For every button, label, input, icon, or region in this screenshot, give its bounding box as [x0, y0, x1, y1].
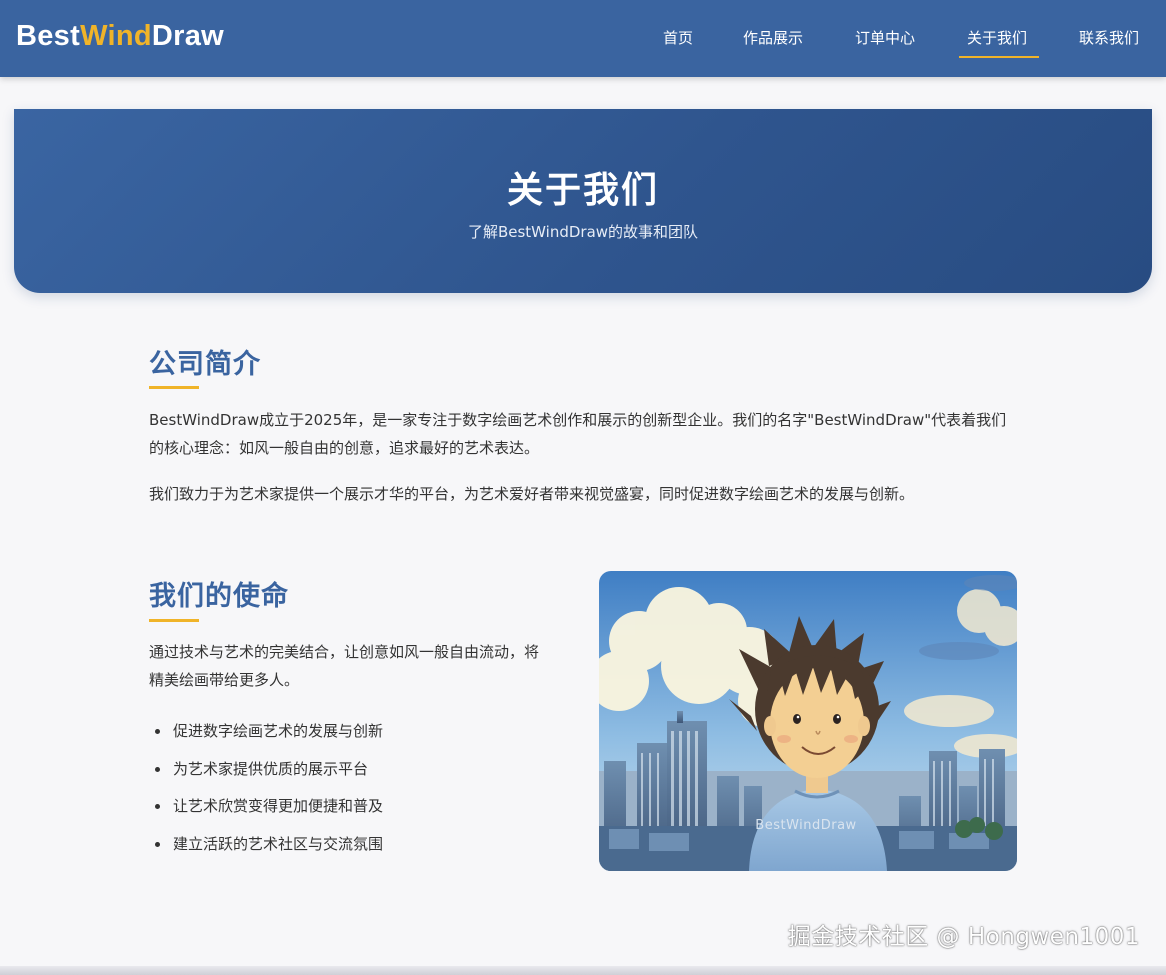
navbar: BestWindDraw 首页 作品展示 订单中心 关于我们 联系我们	[0, 0, 1166, 77]
list-item: 促进数字绘画艺术的发展与创新	[155, 719, 383, 757]
logo-text-draw: Draw	[151, 20, 224, 52]
brand-logo[interactable]: BestWindDraw	[16, 20, 224, 53]
nav-orders[interactable]: 订单中心	[855, 27, 915, 48]
nav-active-indicator	[959, 56, 1039, 58]
bullet-icon	[155, 729, 160, 734]
list-item: 为艺术家提供优质的展示平台	[155, 757, 383, 795]
mission-description: 通过技术与艺术的完美结合，让创意如风一般自由流动，将精美绘画带给更多人。	[149, 643, 540, 689]
mission-title: 我们的使命	[149, 581, 289, 612]
nav-about[interactable]: 关于我们	[967, 27, 1027, 48]
nav-contact[interactable]: 联系我们	[1079, 27, 1139, 48]
hero-title: 关于我们	[506, 170, 659, 211]
mission-illustration: BestWindDraw	[599, 571, 1017, 871]
intro-paragraph-1: BestWindDraw成立于2025年，是一家专注于数字绘画艺术创作和展示的创…	[149, 411, 1007, 457]
list-item: 建立活跃的艺术社区与交流氛围	[155, 832, 383, 870]
mission-title-underline	[149, 619, 199, 622]
intro-title-underline	[149, 386, 199, 389]
window-bottom-edge	[0, 966, 1166, 975]
mission-points-list: 促进数字绘画艺术的发展与创新 为艺术家提供优质的展示平台 让艺术欣赏变得更加便捷…	[155, 719, 383, 869]
hero-banner: 关于我们 了解BestWindDraw的故事和团队	[14, 109, 1152, 293]
bullet-icon	[155, 766, 160, 772]
bullet-icon	[155, 804, 160, 809]
city-boy-illustration: BestWindDraw	[599, 571, 1017, 871]
intro-paragraph-2: 我们致力于为艺术家提供一个展示才华的平台，为艺术爱好者带来视觉盛宴，同时促进数字…	[149, 485, 915, 503]
bullet-icon	[155, 841, 160, 847]
watermark-text: 掘金技术社区 @ Hongwen1001	[787, 924, 1140, 950]
list-item: 让艺术欣赏变得更加便捷和普及	[155, 794, 383, 832]
logo-text-best: Best	[16, 20, 81, 52]
shirt-brand-text: BestWindDraw	[755, 818, 856, 833]
nav-home[interactable]: 首页	[663, 27, 693, 48]
nav-gallery[interactable]: 作品展示	[743, 27, 803, 48]
mission-point-text: 建立活跃的艺术社区与交流氛围	[173, 834, 384, 853]
logo-text-wind: Wind	[80, 20, 152, 52]
mission-point-text: 促进数字绘画艺术的发展与创新	[173, 722, 384, 740]
hero-subtitle: 了解BestWindDraw的故事和团队	[467, 223, 699, 241]
mission-point-text: 为艺术家提供优质的展示平台	[173, 759, 369, 778]
intro-title: 公司简介	[149, 349, 261, 380]
mission-point-text: 让艺术欣赏变得更加便捷和普及	[173, 797, 384, 815]
